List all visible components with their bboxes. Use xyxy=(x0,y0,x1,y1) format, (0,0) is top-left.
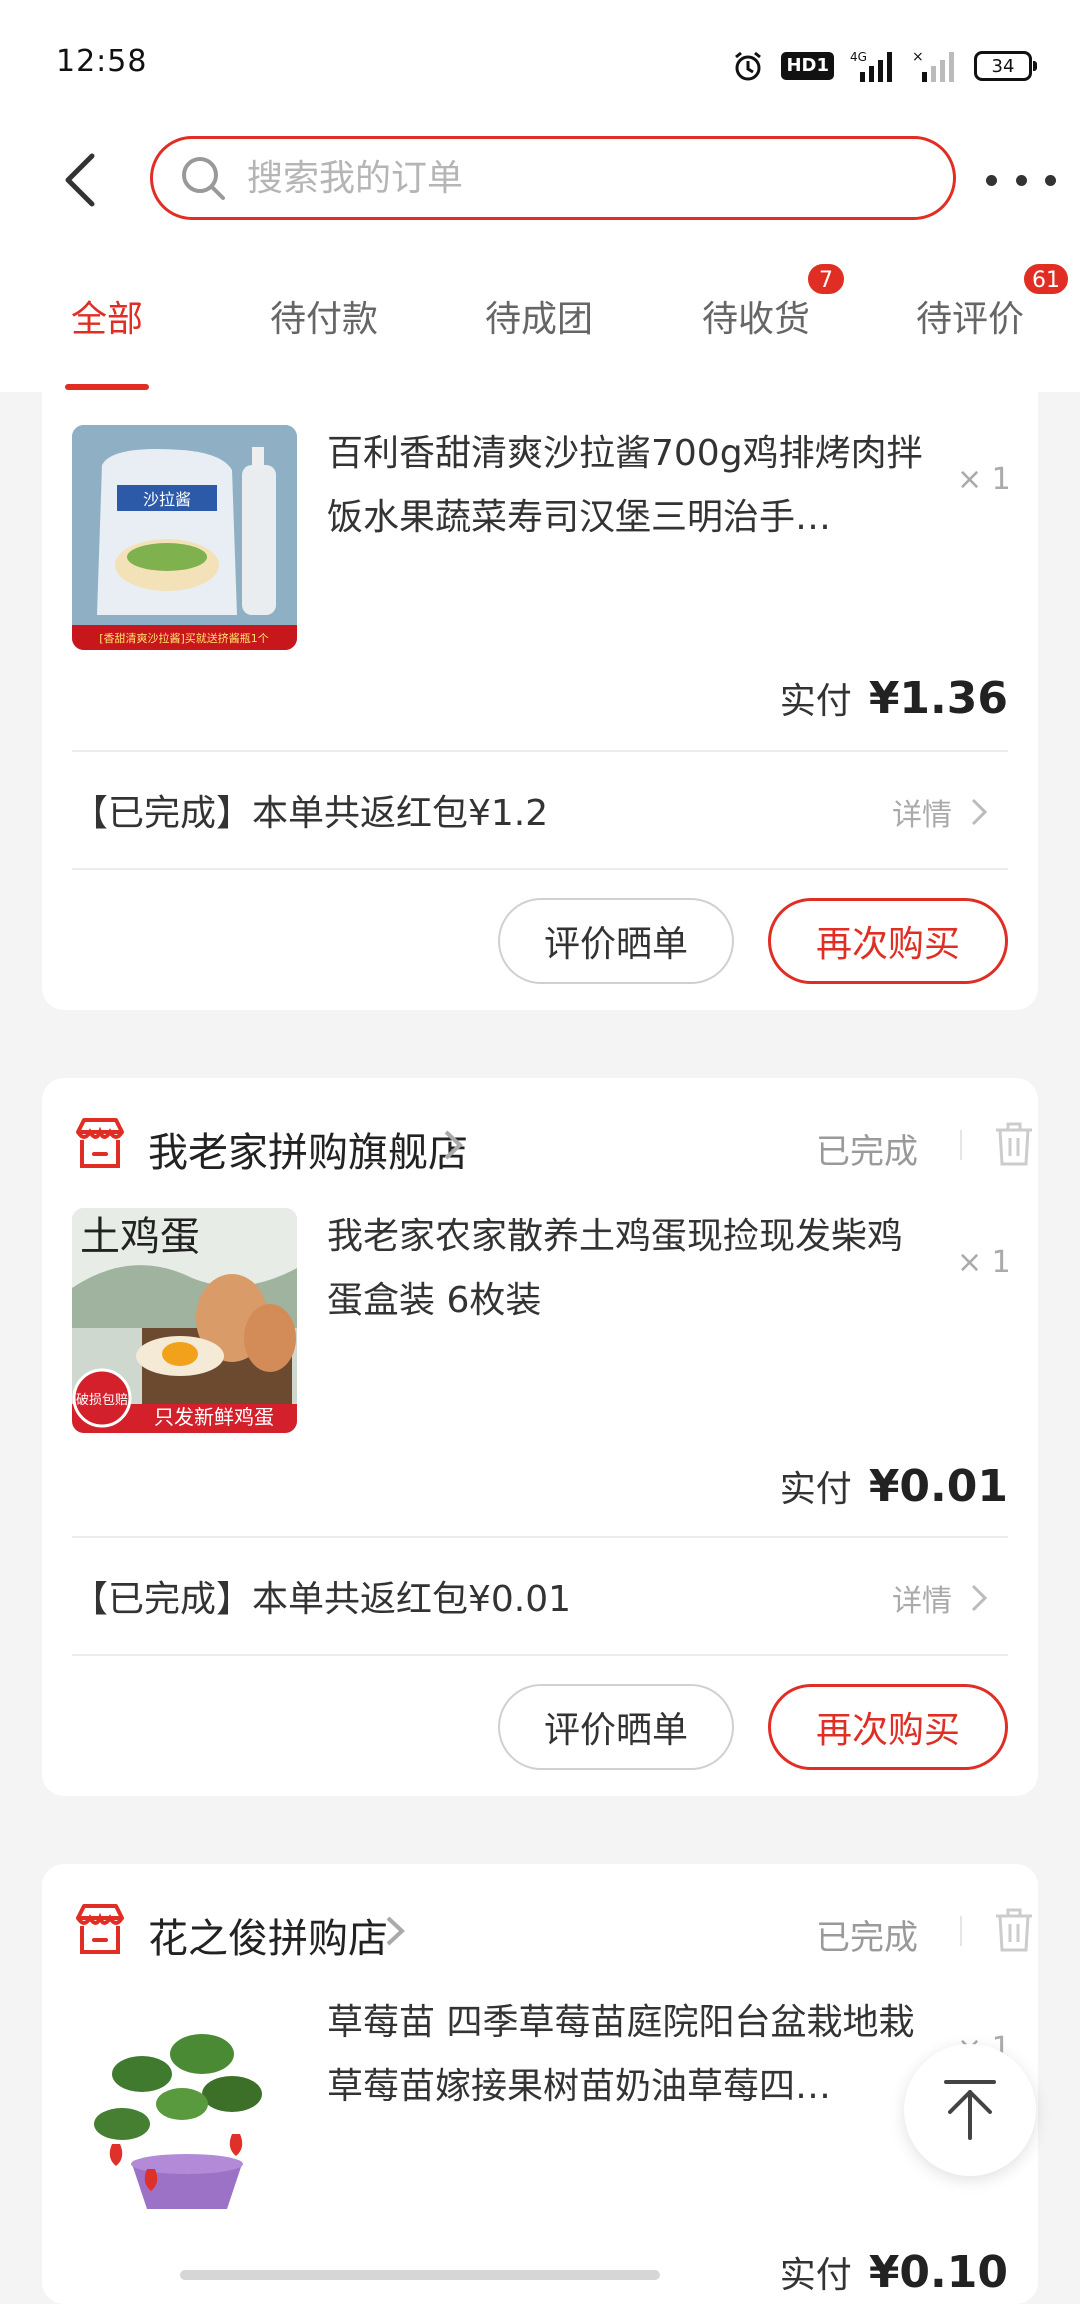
salad-dressing-image: 沙拉酱 [香甜清爽沙拉酱]买就送挤酱瓶1个 xyxy=(72,425,297,650)
paid-row: 实付 ¥1.36 xyxy=(780,672,1008,724)
order-status: 已完成 xyxy=(816,1132,918,1172)
product-title[interactable]: 我老家农家散养土鸡蛋现捡现发柴鸡蛋盒装 6枚装 xyxy=(327,1205,927,1333)
review-button[interactable]: 评价晒单 xyxy=(498,1684,734,1770)
more-dot xyxy=(1015,174,1027,186)
shop-icon xyxy=(76,1904,124,1954)
strawberry-plant-image xyxy=(72,1994,297,2219)
rebuy-button[interactable]: 再次购买 xyxy=(768,898,1008,984)
tab-badge-count: 61 xyxy=(1021,262,1070,296)
battery-icon: 34 xyxy=(974,51,1037,81)
status-bar: 12:58 HD1 4G × 34 xyxy=(0,0,1080,130)
search-bar[interactable] xyxy=(150,136,956,220)
chevron-right-icon xyxy=(444,1130,463,1160)
svg-text:只发新鲜鸡蛋: 只发新鲜鸡蛋 xyxy=(154,1405,274,1429)
detail-label: 详情 xyxy=(892,1584,952,1619)
svg-text:沙拉酱: 沙拉酱 xyxy=(143,490,191,509)
divider xyxy=(72,1654,1008,1656)
back-button[interactable] xyxy=(50,150,110,210)
tab-label: 待评价 xyxy=(915,299,1025,340)
svg-text:[香甜清爽沙拉酱]买就送挤酱瓶1个: [香甜清爽沙拉酱]买就送挤酱瓶1个 xyxy=(99,631,269,645)
svg-text:破损包赔: 破损包赔 xyxy=(76,1393,128,1408)
detail-link[interactable]: 详情 xyxy=(892,1576,988,1620)
rebuy-button[interactable]: 再次购买 xyxy=(768,1684,1008,1770)
eggs-image: 土鸡蛋 破损包赔 只发新鲜鸡蛋 xyxy=(72,1208,297,1433)
quantity: × 1 xyxy=(957,462,1011,497)
order-tabs: 全部 待付款 待成团 待收货 7 待评价 61 xyxy=(0,262,1080,392)
quantity: × 1 xyxy=(957,1245,1011,1280)
gesture-bar xyxy=(180,2270,660,2280)
shop-row[interactable]: 我老家拼购旗舰店 已完成 xyxy=(72,1116,1032,1178)
product-image[interactable]: 土鸡蛋 破损包赔 只发新鲜鸡蛋 xyxy=(72,1208,297,1433)
shop-name[interactable]: 花之俊拼购店 xyxy=(148,1906,388,1964)
refund-info: 【已完成】本单共返红包¥1.2 xyxy=(72,793,549,834)
divider xyxy=(72,868,1008,870)
tab-label: 待付款 xyxy=(269,299,379,340)
back-to-top-button[interactable] xyxy=(904,2044,1036,2176)
search-input[interactable] xyxy=(245,156,929,200)
product-image[interactable]: 沙拉酱 [香甜清爽沙拉酱]买就送挤酱瓶1个 xyxy=(72,425,297,650)
divider xyxy=(960,1130,962,1160)
review-button[interactable]: 评价晒单 xyxy=(498,898,734,984)
product-title[interactable]: 草莓苗 四季草莓苗庭院阳台盆栽地栽草莓苗嫁接果树苗奶油草莓四… xyxy=(327,1991,927,2119)
trash-icon[interactable] xyxy=(992,1906,1036,1954)
status-time: 12:58 xyxy=(56,44,148,79)
paid-label: 实付 xyxy=(779,681,852,722)
tab-pending-payment[interactable]: 待付款 xyxy=(270,290,378,342)
order-card: 我老家拼购旗舰店 已完成 土鸡蛋 破损包赔 只发新鲜鸡蛋 我老家农家散养土鸡蛋现… xyxy=(42,1078,1038,1796)
paid-amount: ¥0.01 xyxy=(868,1461,1008,1512)
paid-row: 实付 ¥0.01 xyxy=(780,1460,1008,1512)
paid-label: 实付 xyxy=(779,2255,852,2296)
paid-row: 实付 ¥0.10 xyxy=(780,2246,1008,2298)
order-status: 已完成 xyxy=(816,1918,918,1958)
product-title[interactable]: 百利香甜清爽沙拉酱700g鸡排烤肉拌饭水果蔬菜寿司汉堡三明治手… xyxy=(327,422,927,550)
paid-amount: ¥0.10 xyxy=(868,2247,1008,2298)
paid-amount: ¥1.36 xyxy=(868,673,1008,724)
tab-all[interactable]: 全部 xyxy=(71,290,143,342)
shop-name[interactable]: 我老家拼购旗舰店 xyxy=(148,1120,468,1178)
tab-badge-count: 7 xyxy=(805,262,846,296)
hd-icon: HD1 xyxy=(781,52,834,80)
active-tab-indicator xyxy=(65,384,149,390)
shop-icon xyxy=(76,1118,124,1168)
header: 12:58 HD1 4G × 34 搜索我的订单 全部 待付款 待成团 待收货 … xyxy=(0,0,1080,392)
chevron-right-icon xyxy=(386,1916,405,1946)
tab-label: 全部 xyxy=(70,299,144,340)
tab-pending-receipt[interactable]: 待收货 7 xyxy=(701,262,846,342)
divider xyxy=(72,750,1008,752)
product-image[interactable] xyxy=(72,1994,297,2219)
detail-label: 详情 xyxy=(892,798,952,833)
tab-label: 待收货 xyxy=(701,299,811,340)
alarm-icon xyxy=(735,51,762,81)
svg-text:×: × xyxy=(912,49,924,65)
divider xyxy=(72,1536,1008,1538)
order-card: 花之俊拼购店 已完成 草莓苗 四季草莓苗庭院阳台盆栽地栽草莓苗嫁接果树苗奶油草莓… xyxy=(42,1864,1038,2304)
chevron-right-icon xyxy=(971,798,988,826)
svg-text:土鸡蛋: 土鸡蛋 xyxy=(80,1214,200,1260)
tab-pending-review[interactable]: 待评价 61 xyxy=(915,262,1070,342)
battery-level: 34 xyxy=(991,55,1015,77)
chevron-left-icon xyxy=(65,153,95,207)
shop-row[interactable]: 花之俊拼购店 已完成 xyxy=(72,1902,1032,1964)
tab-label: 待成团 xyxy=(484,299,594,340)
arrow-up-icon xyxy=(944,2080,996,2140)
status-icons: HD1 4G × 34 xyxy=(731,46,1037,86)
more-dot xyxy=(986,174,997,186)
tab-pending-group[interactable]: 待成团 xyxy=(485,290,593,342)
signal-empty-icon: × xyxy=(912,49,954,82)
trash-icon[interactable] xyxy=(992,1120,1036,1168)
refund-info: 【已完成】本单共返红包¥0.01 xyxy=(72,1579,572,1620)
detail-link[interactable]: 详情 xyxy=(892,790,988,834)
paid-label: 实付 xyxy=(779,1469,852,1510)
divider xyxy=(960,1916,962,1946)
chevron-right-icon xyxy=(971,1584,988,1612)
search-row xyxy=(0,132,1080,228)
more-menu-button[interactable] xyxy=(986,158,1056,202)
order-card: 沙拉酱 [香甜清爽沙拉酱]买就送挤酱瓶1个 百利香甜清爽沙拉酱700g鸡排烤肉拌… xyxy=(42,330,1038,1010)
svg-text:4G: 4G xyxy=(850,50,867,64)
signal-4g-icon: 4G xyxy=(850,50,892,82)
more-dot xyxy=(1045,174,1056,186)
search-icon xyxy=(182,157,225,200)
